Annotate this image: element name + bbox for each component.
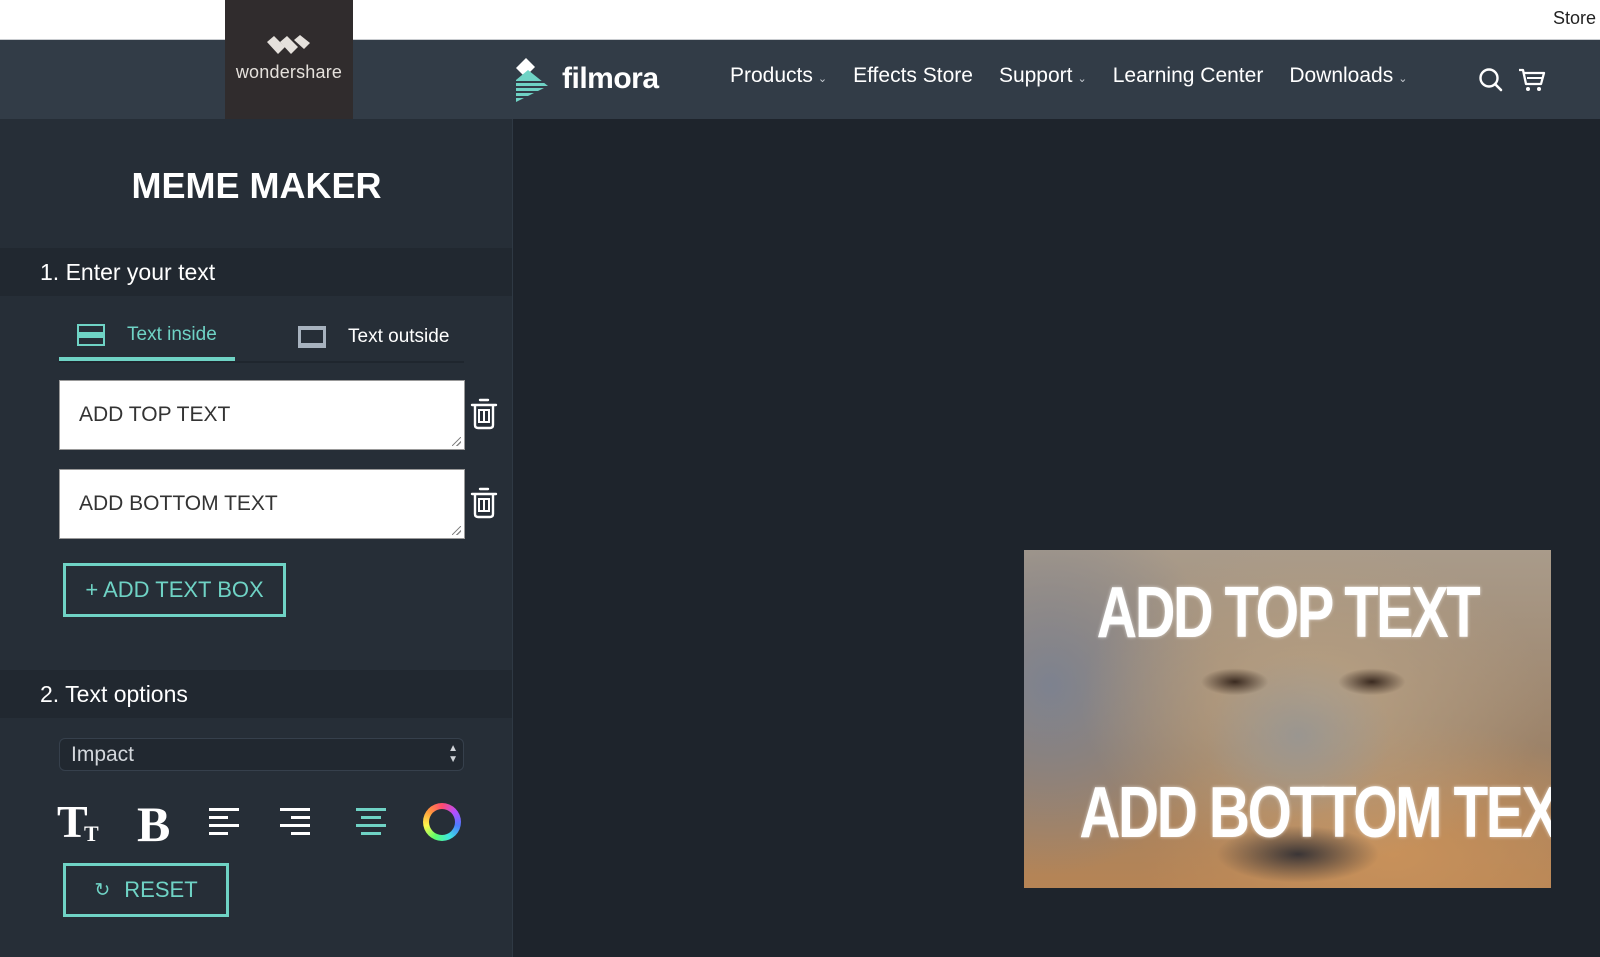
meme-bottom-text[interactable]: ADD BOTTOM TEXT bbox=[1079, 772, 1551, 854]
delete-top-text-icon[interactable] bbox=[470, 398, 498, 430]
align-left-icon[interactable] bbox=[209, 807, 241, 837]
chevron-down-icon: ⌄ bbox=[817, 72, 828, 85]
nav-products-label: Products bbox=[730, 64, 813, 87]
svg-text:B: B bbox=[137, 799, 170, 845]
top-text-input[interactable]: ADD TOP TEXT bbox=[59, 380, 465, 450]
color-picker-icon[interactable] bbox=[423, 803, 461, 841]
chevron-down-icon: ⌄ bbox=[1077, 72, 1087, 85]
add-text-box-button[interactable]: + ADD TEXT BOX bbox=[63, 563, 286, 617]
nav-effects-store-label: Effects Store bbox=[853, 64, 973, 87]
page-title: MEME MAKER bbox=[131, 165, 382, 206]
align-center-icon[interactable] bbox=[355, 807, 387, 837]
text-outside-icon bbox=[298, 326, 326, 348]
align-right-icon[interactable] bbox=[279, 807, 311, 837]
text-format-toolbar: T T B bbox=[57, 799, 467, 849]
meme-image: ADD TOP TEXT ADD BOTTOM TEXT bbox=[1024, 550, 1551, 888]
tab-text-inside[interactable]: Text inside bbox=[59, 313, 235, 361]
cart-icon[interactable] bbox=[1518, 67, 1546, 93]
wondershare-mark-icon bbox=[267, 35, 310, 54]
search-icon[interactable] bbox=[1478, 67, 1504, 93]
top-text-value: ADD TOP TEXT bbox=[79, 403, 231, 426]
reset-label: RESET bbox=[124, 877, 198, 902]
tab-text-outside[interactable]: Text outside bbox=[298, 313, 449, 361]
nav-support-label: Support bbox=[998, 64, 1073, 87]
section-heading-enter-text: 1. Enter your text bbox=[0, 248, 512, 296]
meme-top-text[interactable]: ADD TOP TEXT bbox=[1082, 572, 1493, 654]
bottom-text-input[interactable]: ADD BOTTOM TEXT bbox=[59, 469, 465, 539]
svg-text:T: T bbox=[84, 821, 99, 845]
nav-learning-center-label: Learning Center bbox=[1112, 64, 1264, 87]
select-arrows-icon: ▲ ▼ bbox=[448, 743, 458, 765]
nav-downloads-label: Downloads bbox=[1289, 64, 1394, 87]
nav-support[interactable]: Support ⌄ bbox=[999, 64, 1087, 88]
filmora-wordmark: filmora bbox=[562, 62, 659, 95]
color-ring-inner bbox=[429, 809, 455, 835]
resize-handle[interactable] bbox=[452, 526, 461, 535]
reset-button[interactable]: ↻ RESET bbox=[63, 863, 229, 917]
delete-bottom-text-icon[interactable] bbox=[470, 487, 498, 519]
meme-editor-panel: MEME MAKER 1. Enter your text Text insid… bbox=[0, 119, 513, 957]
resize-handle[interactable] bbox=[452, 437, 461, 446]
nav-menu: Products ⌄ Effects Store Support ⌄ Learn… bbox=[730, 64, 1433, 88]
nav-learning-center[interactable]: Learning Center bbox=[1113, 64, 1264, 88]
bottom-text-value: ADD BOTTOM TEXT bbox=[79, 492, 278, 515]
nav-icons bbox=[1478, 67, 1546, 93]
bold-icon[interactable]: B bbox=[137, 799, 177, 845]
meme-preview-area: ADD TOP TEXT ADD BOTTOM TEXT bbox=[514, 119, 1600, 957]
wondershare-wordmark: wondershare bbox=[235, 62, 343, 82]
tab-text-outside-label: Text outside bbox=[348, 326, 450, 347]
nav-downloads[interactable]: Downloads ⌄ bbox=[1289, 64, 1407, 88]
nav-effects-store[interactable]: Effects Store bbox=[853, 64, 973, 88]
tab-text-inside-label: Text inside bbox=[127, 324, 217, 345]
chevron-down-icon: ⌄ bbox=[1398, 72, 1408, 85]
filmora-logo[interactable]: filmora bbox=[514, 56, 659, 102]
text-inside-icon bbox=[77, 324, 105, 346]
text-position-tabs: Text inside Text outside bbox=[59, 313, 464, 363]
wondershare-logo[interactable]: wondershare bbox=[225, 0, 353, 119]
font-select-value: Impact bbox=[71, 743, 135, 766]
text-size-icon[interactable]: T T bbox=[57, 799, 105, 845]
store-link[interactable]: Store bbox=[1553, 8, 1596, 29]
refresh-icon: ↻ bbox=[94, 879, 111, 901]
filmora-mark-icon bbox=[514, 58, 550, 102]
nav-products[interactable]: Products ⌄ bbox=[730, 64, 827, 88]
section-heading-text-options: 2. Text options bbox=[0, 670, 512, 718]
font-select[interactable]: Impact ▲ ▼ bbox=[59, 738, 464, 771]
